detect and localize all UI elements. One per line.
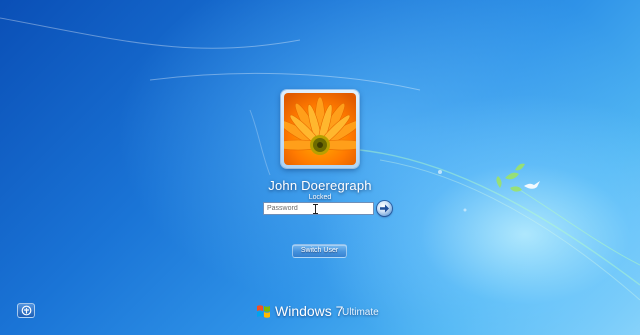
password-field[interactable] (263, 202, 374, 215)
product-name: Windows 7 (275, 303, 344, 319)
user-tile-frame (281, 90, 359, 168)
password-row (263, 201, 395, 217)
ease-of-access-button[interactable] (17, 303, 35, 318)
submit-arrow-button[interactable] (377, 201, 392, 216)
switch-user-button[interactable]: Switch User (292, 244, 347, 258)
arrow-right-icon (380, 204, 389, 213)
user-name: John Doeregraph (268, 178, 372, 193)
product-edition: Ultimate (342, 307, 379, 318)
text-cursor (313, 204, 318, 214)
ease-of-access-icon (21, 305, 32, 316)
user-tile-picture (284, 93, 356, 165)
bird-decoration (524, 181, 540, 189)
leaf-decoration (496, 163, 525, 192)
login-panel: John Doeregraph Locked (232, 90, 408, 201)
user-status: Locked (308, 194, 332, 201)
windows-flag-icon (257, 305, 270, 318)
